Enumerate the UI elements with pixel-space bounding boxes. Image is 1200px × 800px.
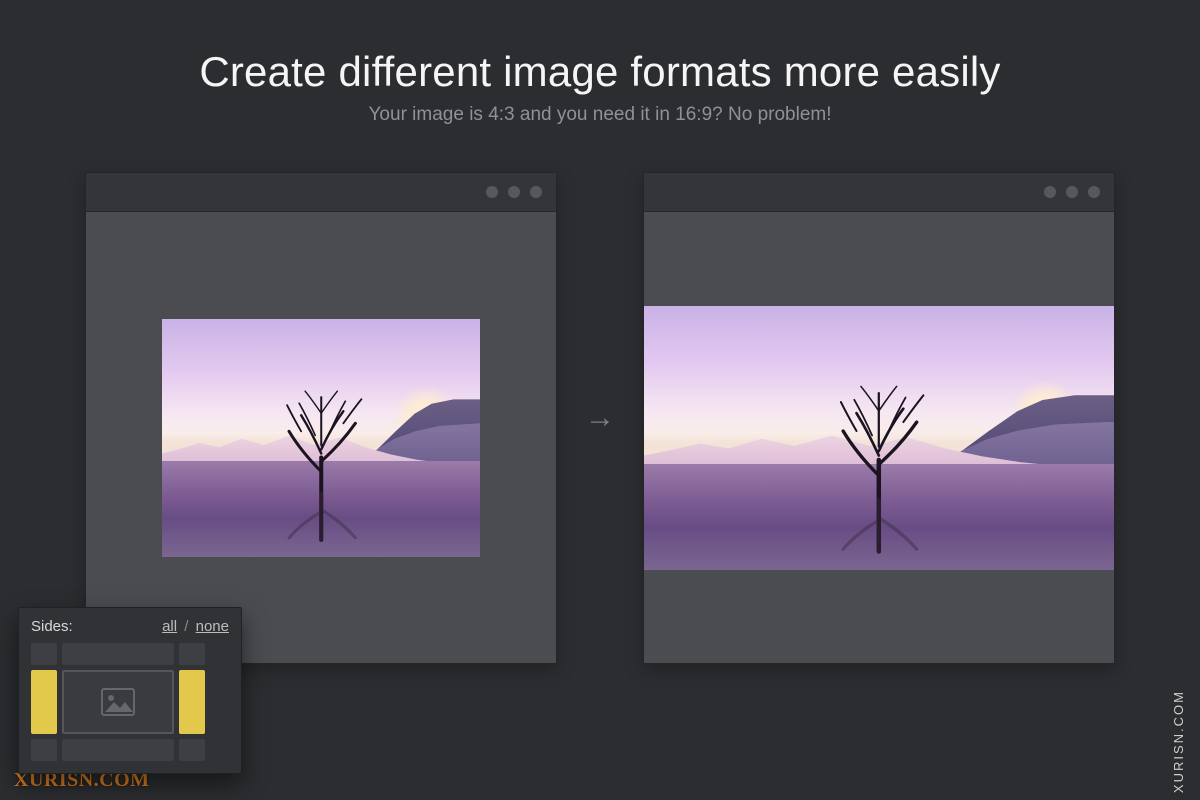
sample-image-original bbox=[162, 319, 480, 557]
arrow-right-icon: → bbox=[585, 401, 615, 435]
canvas-result bbox=[644, 212, 1114, 663]
sides-select-all-link[interactable]: all bbox=[162, 618, 177, 635]
window-control-icon[interactable] bbox=[486, 186, 498, 198]
window-control-icon[interactable] bbox=[1066, 186, 1078, 198]
sides-label: Sides: bbox=[31, 618, 73, 635]
window-titlebar bbox=[644, 173, 1114, 212]
canvas-original bbox=[86, 212, 556, 663]
window-result bbox=[643, 172, 1115, 664]
headline-subtitle: Your image is 4:3 and you need it in 16:… bbox=[0, 104, 1200, 126]
sides-select-none-link[interactable]: none bbox=[196, 618, 229, 635]
side-top-right[interactable] bbox=[179, 643, 205, 665]
tree-icon bbox=[813, 353, 945, 554]
window-control-icon[interactable] bbox=[508, 186, 520, 198]
comparison-stage: → bbox=[0, 172, 1200, 664]
window-control-icon[interactable] bbox=[1044, 186, 1056, 198]
side-left[interactable] bbox=[31, 670, 57, 734]
side-top[interactable] bbox=[62, 643, 174, 665]
watermark-side: XURISN.COM bbox=[1171, 690, 1186, 793]
window-titlebar bbox=[86, 173, 556, 212]
window-control-icon[interactable] bbox=[1088, 186, 1100, 198]
side-top-left[interactable] bbox=[31, 643, 57, 665]
headline-title: Create different image formats more easi… bbox=[0, 48, 1200, 96]
sides-grid bbox=[31, 643, 205, 761]
sides-panel: Sides: all / none bbox=[18, 607, 242, 774]
sample-image-result bbox=[644, 306, 1114, 570]
side-bottom-right[interactable] bbox=[179, 739, 205, 761]
tree-icon bbox=[264, 361, 378, 542]
side-bottom[interactable] bbox=[62, 739, 174, 761]
sides-separator: / bbox=[184, 618, 188, 635]
window-original bbox=[85, 172, 557, 664]
image-placeholder-icon bbox=[62, 670, 174, 734]
side-bottom-left[interactable] bbox=[31, 739, 57, 761]
window-control-icon[interactable] bbox=[530, 186, 542, 198]
side-right[interactable] bbox=[179, 670, 205, 734]
